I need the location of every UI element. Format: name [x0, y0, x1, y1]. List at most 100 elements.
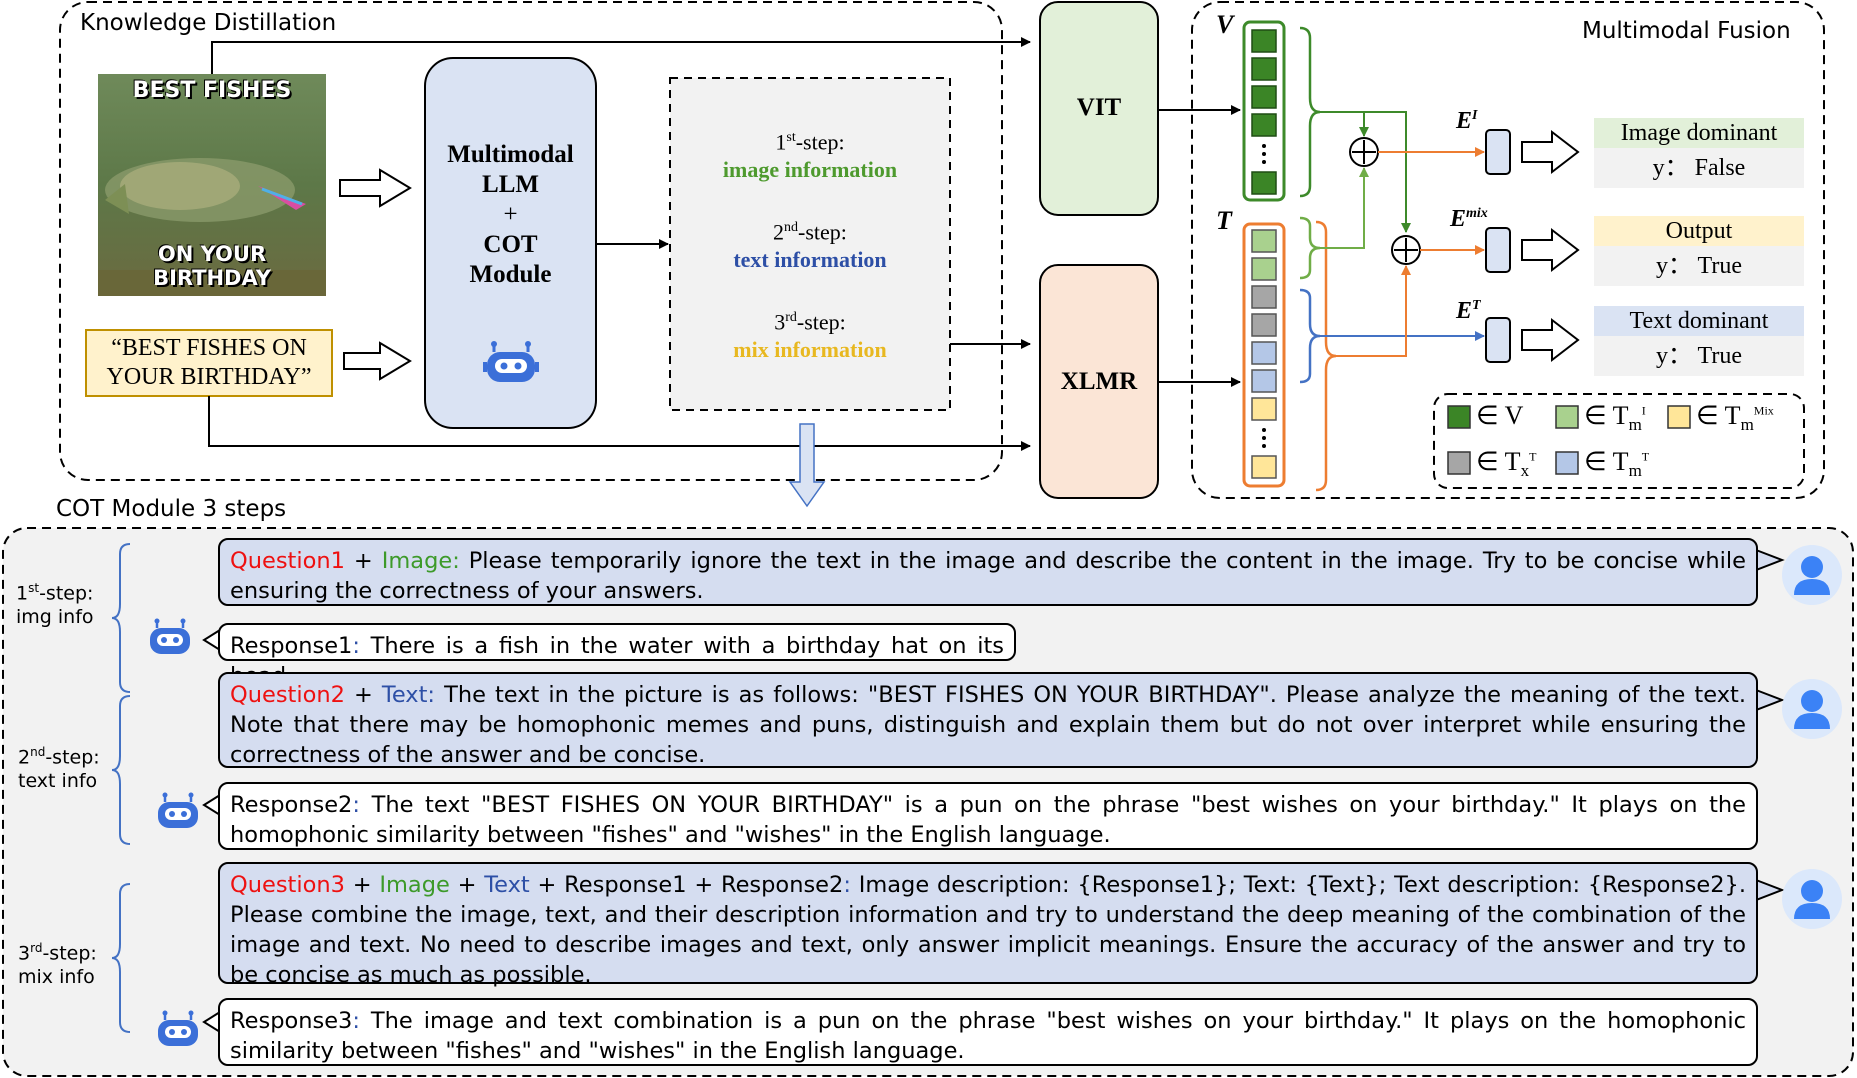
llm-box-label: Multimodal LLM + COT Module — [425, 140, 596, 290]
output-final-title: Output — [1665, 218, 1733, 244]
legend-v: ∈ V — [1476, 401, 1524, 430]
step-1-label: -step: — [795, 129, 845, 155]
question-3-colon: : — [843, 872, 851, 898]
response-2-tag: Response2 — [230, 792, 353, 818]
quote-line-1: “BEST FISHES ON — [111, 335, 307, 361]
question-3-plus-4: + — [686, 872, 721, 898]
output-final-value: y： True — [1655, 253, 1743, 279]
legend-tm-mix-symbol: ∈ T — [1696, 401, 1741, 430]
question-3-image-tag: Image — [379, 872, 450, 898]
question-2-bubble: Question2 + Text: The text in the pictur… — [218, 672, 1758, 768]
step-1-ordinal: 1 — [775, 129, 787, 155]
legend-tm-image: ∈ TmI — [1584, 401, 1646, 435]
step-3-info: mix information — [733, 337, 887, 363]
fusion-plus-image — [1349, 137, 1379, 167]
output-image-dominant-value: y： False — [1652, 155, 1746, 181]
step-2-suffix: nd — [784, 220, 799, 235]
question-3-plus-2: + — [449, 872, 485, 898]
e-image-sup: I — [1472, 108, 1478, 123]
cot-step-3-sub: mix info — [18, 966, 95, 989]
tm-mix-brace — [1315, 220, 1337, 492]
cot-step-1-suffix: st — [28, 581, 40, 595]
step-3-suffix: rd — [785, 310, 797, 325]
e-text-label: ET — [1456, 298, 1481, 325]
legend-tm-mix-sup: Mix — [1753, 403, 1774, 418]
step-2-block: 2nd-step: text information — [670, 214, 950, 274]
response-1-colon: : — [352, 633, 360, 659]
fusion-plus-mix — [1391, 235, 1421, 265]
question-1-plus: + — [344, 548, 382, 574]
e-image-label: EI — [1456, 108, 1477, 135]
legend-tx-text-symbol: ∈ T — [1476, 447, 1521, 476]
llm-line-2: LLM — [482, 171, 539, 198]
step-3-block: 3rd-step: mix information — [670, 304, 950, 364]
step-2-info: text information — [733, 247, 887, 273]
e-mix-base: E — [1450, 206, 1467, 232]
t-label: T — [1216, 206, 1232, 235]
legend-tx-text-sup: T — [1529, 449, 1537, 464]
e-text-base: E — [1456, 298, 1473, 324]
step-3-ordinal: 3 — [774, 309, 786, 335]
cot-step-3-suffix: rd — [30, 941, 43, 955]
cot-step-1-sub: img info — [16, 606, 94, 629]
knowledge-distillation-title: Knowledge Distillation — [80, 10, 337, 36]
question-3-plus-1: + — [344, 872, 380, 898]
question-2-text-tag: Text: — [381, 682, 436, 708]
question-2-body: The text in the picture is as follows: "… — [230, 682, 1746, 768]
v-brace — [1299, 26, 1321, 198]
user-avatar-icon — [1782, 545, 1842, 605]
response-2-colon: : — [352, 792, 360, 818]
cot-step-2-suffix: nd — [30, 745, 46, 759]
step-1-suffix: st — [786, 130, 796, 145]
response-2-body: The text "BEST FISHES ON YOUR BIRTHDAY" … — [230, 792, 1746, 848]
xlmr-label: XLMR — [1060, 368, 1138, 395]
text-to-llm-arrow — [343, 341, 412, 381]
legend-tx-text: ∈ TxT — [1476, 447, 1536, 481]
tm-image-brace — [1299, 216, 1321, 280]
question-3-plus-3: + — [529, 872, 565, 898]
response-3-tag: Response3 — [230, 1008, 353, 1034]
tm-text-brace — [1299, 288, 1321, 384]
legend-tm-image-symbol: ∈ T — [1584, 401, 1629, 430]
question-3-text-tag: Text — [484, 872, 530, 898]
e-text-vector — [1485, 317, 1511, 363]
cot-step-1-label: 1st-step: img info — [16, 576, 94, 629]
step-3-label: -step: — [796, 309, 846, 335]
architecture-figure: Knowledge Distillation Multimodal Fusion… — [0, 0, 1857, 1078]
question-3-bubble: Question3 + Image + Text + Response1 + R… — [218, 862, 1758, 988]
question-3-response2-tag: Response2 — [720, 872, 844, 898]
e-image-vector — [1485, 129, 1511, 175]
vit-label: VIT — [1076, 94, 1122, 121]
e-mix-label: Emix — [1450, 206, 1488, 233]
quote-line-2: YOUR BIRTHDAY” — [106, 364, 312, 390]
user-avatar-icon — [1782, 869, 1842, 929]
user-avatar-icon — [1782, 679, 1842, 739]
image-to-vit-arrow — [211, 37, 1031, 74]
cot-step-2-ordinal: 2 — [18, 746, 31, 769]
quote-text: “BEST FISHES ON YOUR BIRTHDAY” — [86, 334, 332, 392]
meme-bottom-text: ON YOUR BIRTHDAY — [153, 242, 271, 290]
v-label: V — [1216, 10, 1234, 39]
question-3-response1-tag: Response1 — [564, 872, 687, 898]
e-mix-vector — [1485, 227, 1511, 273]
output-image-dominant-title: Image dominant — [1620, 120, 1778, 146]
multimodal-fusion-title: Multimodal Fusion — [1582, 18, 1791, 44]
legend-tm-text: ∈ TmT — [1584, 447, 1649, 481]
question-1-image-tag: Image: — [381, 548, 460, 574]
meme-top-text: BEST FISHES — [132, 78, 292, 103]
cot-step-3-label: 3rd-step: mix info — [18, 936, 97, 989]
legend-tm-mix: ∈ TmMix — [1696, 401, 1774, 435]
legend-tm-text-symbol: ∈ T — [1584, 447, 1629, 476]
llm-line-5: Module — [469, 261, 552, 288]
legend-tm-text-sub: m — [1628, 461, 1642, 481]
cot-step-2-label-text: -step: — [45, 746, 100, 769]
response-1-tag: Response1 — [230, 633, 353, 659]
step-1-info: image information — [722, 157, 898, 183]
e-mix-sup: mix — [1466, 206, 1488, 221]
question-3-tag: Question3 — [230, 872, 345, 898]
legend-tm-text-sup: T — [1641, 449, 1650, 464]
question-2-tag: Question2 — [230, 682, 345, 708]
llm-line-1: Multimodal — [447, 141, 574, 168]
cot-step-3-label-text: -step: — [42, 942, 97, 965]
response-2-bubble: Response2: The text "BEST FISHES ON YOUR… — [218, 782, 1758, 850]
